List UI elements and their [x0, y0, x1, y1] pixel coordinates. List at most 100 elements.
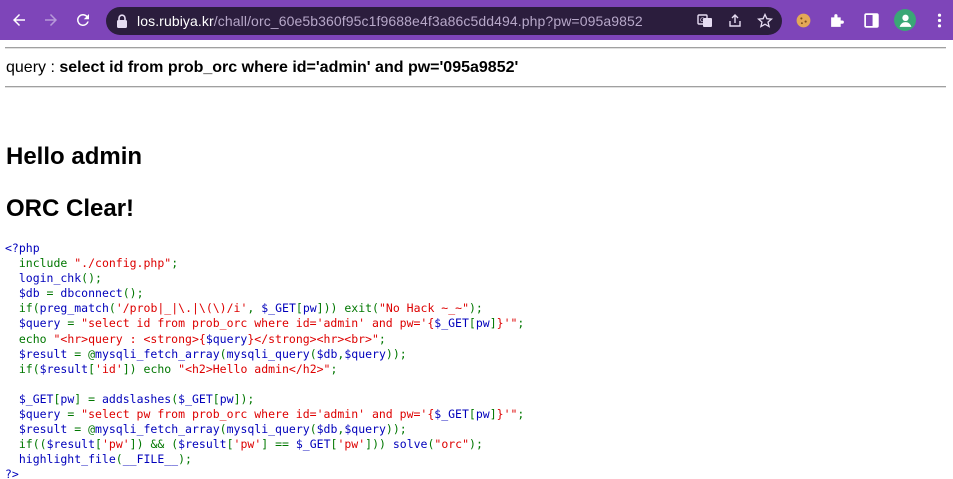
code-token: $query — [205, 331, 248, 346]
query-prefix: query : — [6, 59, 60, 76]
code-token: ])) — [365, 437, 393, 452]
back-button[interactable] — [5, 6, 33, 34]
code-token: ]) && ( — [129, 437, 179, 452]
code-token: ; — [171, 256, 179, 271]
code-token: , — [247, 301, 262, 316]
code-token: mysqli_fetch_array — [95, 346, 220, 361]
code-token: $query — [344, 422, 386, 437]
reload-button[interactable] — [69, 6, 97, 34]
code-token: = @ — [74, 422, 96, 437]
code-token: 'pw' — [233, 437, 262, 452]
code-line: $_GET[pw] = addslashes($_GET[pw]); — [5, 392, 524, 407]
code-line: $query = "select id from prob_orc where … — [5, 316, 525, 331]
translate-icon[interactable]: G — [694, 10, 716, 32]
lock-icon[interactable] — [116, 14, 128, 28]
code-token: }'" — [496, 316, 518, 331]
code-token: "<hr>query : <strong>{ — [53, 331, 206, 346]
side-panel-icon[interactable] — [858, 7, 884, 33]
code-token: "orc" — [434, 437, 470, 452]
url-path: /chall/orc_60e5b360f95c1f9688e4f3a86c5dd… — [213, 13, 643, 29]
code-token: pw — [219, 391, 234, 406]
page-content: query : select id from prob_orc where id… — [0, 40, 953, 479]
code-token: ] — [489, 316, 497, 331]
code-line: $query = "select pw from prob_orc where … — [5, 407, 525, 422]
share-icon[interactable] — [724, 10, 746, 32]
query-sql: select id from prob_orc where id='admin'… — [59, 59, 519, 76]
code-token: )); — [385, 422, 407, 437]
code-token: $_GET — [434, 407, 469, 422]
code-token: $db — [316, 346, 338, 361]
profile-avatar[interactable] — [892, 7, 918, 33]
code-token: 'pw' — [101, 437, 130, 452]
code-token: "<h2>Hello admin</h2>" — [178, 361, 331, 376]
code-token: [ — [88, 361, 96, 376]
code-token: 'pw' — [337, 437, 366, 452]
cookie-extension-icon[interactable] — [790, 7, 816, 33]
code-token: ] == — [261, 437, 296, 452]
code-token: ( — [309, 346, 317, 361]
code-token: [ — [468, 316, 476, 331]
address-bar[interactable]: los.rubiya.kr/chall/orc_60e5b360f95c1f96… — [106, 7, 782, 35]
code-line: <?php — [5, 241, 524, 256]
code-line: if(($result['pw']) && ($result['pw'] == … — [5, 437, 524, 452]
code-token: }</strong><hr><br>" — [247, 331, 379, 346]
bookmark-star-icon[interactable] — [754, 10, 776, 32]
code-token: "select pw from prob_orc where id='admin… — [81, 407, 435, 422]
code-token: if(( — [18, 437, 47, 452]
code-token: ); — [469, 301, 483, 316]
code-token: ; — [517, 407, 525, 422]
code-token: $_GET — [5, 391, 54, 406]
code-token: dbconnect — [60, 286, 123, 301]
query-line: query : select id from prob_orc where id… — [6, 59, 518, 77]
code-line: $result = @mysqli_fetch_array(mysqli_que… — [5, 347, 524, 362]
code-token: [ — [295, 301, 303, 316]
code-token: mysqli_query — [226, 346, 310, 361]
code-token: $result — [178, 437, 227, 452]
reload-icon — [76, 13, 89, 26]
code-token: ); — [469, 437, 483, 452]
code-token: [ — [226, 437, 234, 452]
code-token: '/prob|_|\.|\(\)/i' — [115, 301, 248, 316]
code-token: (); — [81, 271, 102, 286]
menu-kebab-icon[interactable] — [926, 7, 952, 33]
code-token: [ — [212, 391, 220, 406]
code-token: "./config.php" — [74, 256, 172, 271]
code-line: ?> — [5, 467, 524, 479]
code-token: mysqli_query — [226, 422, 310, 437]
clear-heading: ORC Clear! — [6, 195, 135, 222]
horizontal-rule-top — [5, 47, 946, 49]
code-token: = @ — [74, 346, 96, 361]
code-line: echo "<hr>query : <strong>{$query}</stro… — [5, 332, 524, 347]
arrow-left-icon — [13, 14, 25, 26]
code-token: if( — [18, 361, 40, 376]
code-token: preg_match — [39, 301, 109, 316]
code-token: $_GET — [434, 316, 469, 331]
code-token: [ — [468, 407, 476, 422]
code-token: $_GET — [178, 391, 213, 406]
code-token: [ — [95, 437, 102, 452]
code-token: __FILE__ — [122, 452, 179, 467]
url-text[interactable]: los.rubiya.kr/chall/orc_60e5b360f95c1f96… — [137, 13, 643, 29]
code-token: if( — [18, 301, 40, 316]
code-token: pw — [475, 407, 490, 422]
code-token: (); — [122, 286, 144, 301]
code-token: $query — [344, 346, 386, 361]
code-token: 'id' — [95, 361, 123, 376]
code-token: ); — [178, 452, 192, 467]
code-token: ( — [219, 422, 227, 437]
forward-button[interactable] — [37, 6, 65, 34]
code-token: $_GET — [295, 437, 331, 452]
code-token: ] = — [74, 391, 102, 406]
code-token: $result — [5, 422, 75, 437]
browser-toolbar: los.rubiya.kr/chall/orc_60e5b360f95c1f96… — [0, 0, 953, 40]
code-token: ; — [378, 331, 386, 346]
extensions-puzzle-icon[interactable] — [824, 7, 850, 33]
code-token: ( — [108, 301, 116, 316]
code-token: ; — [517, 316, 525, 331]
code-token: )); — [385, 346, 407, 361]
code-token: $result — [46, 437, 96, 452]
